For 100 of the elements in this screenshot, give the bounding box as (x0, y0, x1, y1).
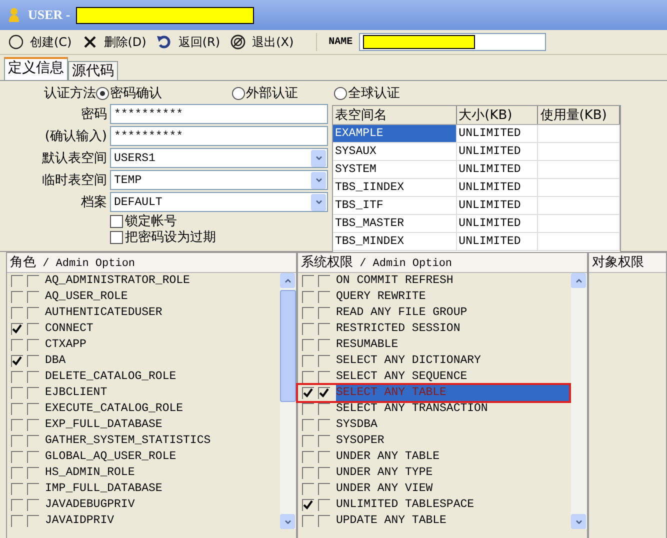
list-item[interactable]: UNDER ANY TYPE (336, 465, 437, 481)
list-item[interactable]: SYSDBA (336, 417, 382, 433)
checkbox[interactable] (302, 435, 314, 447)
dropdown[interactable]: USERS1 (110, 148, 328, 168)
checkbox[interactable] (27, 451, 39, 463)
checkbox[interactable] (27, 291, 39, 303)
list-item[interactable]: DELETE_CATALOG_ROLE (45, 369, 180, 385)
radio-button[interactable]: 密码确认 (96, 84, 168, 102)
column-header[interactable]: 使用量(KB) (538, 106, 620, 124)
name-field[interactable] (358, 33, 546, 51)
checkbox[interactable] (302, 291, 314, 303)
radio-button[interactable]: 全球认证 (334, 84, 406, 102)
list-item[interactable]: JAVAIDPRIV (45, 513, 118, 529)
list-item[interactable]: UNDER ANY VIEW (336, 481, 437, 497)
list-item[interactable]: RESTRICTED SESSION (336, 321, 464, 337)
table-cell[interactable]: SYSTEM (333, 160, 456, 178)
checkbox[interactable] (27, 275, 39, 287)
table-cell[interactable]: TBS_ITF (333, 196, 456, 214)
checkbox[interactable] (27, 483, 39, 495)
checkbox[interactable] (27, 435, 39, 447)
list-item[interactable]: READ ANY FILE GROUP (336, 305, 472, 321)
checkbox[interactable] (27, 307, 39, 319)
checkbox[interactable] (318, 387, 330, 399)
checkbox[interactable] (302, 323, 314, 335)
checkbox[interactable] (11, 323, 23, 335)
checkbox[interactable] (27, 387, 39, 399)
list-item[interactable]: SELECT ANY DICTIONARY (336, 353, 485, 369)
scrollbar[interactable] (571, 273, 587, 529)
checkbox[interactable] (302, 467, 314, 479)
checkbox[interactable] (11, 387, 23, 399)
list-item[interactable]: SELECT ANY TRANSACTION (336, 401, 492, 417)
list-item[interactable]: SYSOPER (336, 433, 388, 449)
table-cell[interactable]: TBS_IINDEX (333, 178, 456, 196)
radio-button[interactable]: 外部认证 (232, 84, 304, 102)
checkbox[interactable] (27, 515, 39, 527)
checkbox[interactable] (302, 499, 314, 511)
checkbox[interactable] (302, 275, 314, 287)
checkbox[interactable] (318, 323, 330, 335)
checkbox[interactable] (302, 403, 314, 415)
list-item[interactable]: GLOBAL_AQ_USER_ROLE (45, 449, 180, 465)
checkbox[interactable] (27, 419, 39, 431)
list-item[interactable]: EJBCLIENT (45, 385, 112, 401)
column-header[interactable]: 表空间名 (333, 106, 456, 124)
checkbox[interactable] (318, 307, 330, 319)
list-item[interactable]: RESUMABLE (336, 337, 402, 353)
checkbox[interactable] (27, 355, 39, 367)
table-cell[interactable]: EXAMPLE (333, 124, 456, 142)
checkbox[interactable] (11, 291, 23, 303)
checkbox[interactable] (318, 515, 330, 527)
checkbox[interactable] (302, 339, 314, 351)
list-item[interactable]: UPDATE ANY TABLE (336, 513, 450, 529)
checkbox[interactable] (318, 451, 330, 463)
list-item[interactable]: JAVADEBUGPRIV (45, 497, 139, 513)
dropdown[interactable]: TEMP (110, 170, 328, 190)
table-cell[interactable]: TBS_MINDEX (333, 232, 456, 250)
checkbox[interactable] (318, 355, 330, 367)
checkbox[interactable] (318, 467, 330, 479)
list-item[interactable]: AQ_ADMINISTRATOR_ROLE (45, 273, 194, 289)
toolbar-button[interactable]: 退出(X) (226, 31, 298, 53)
list-item[interactable]: DBA (45, 353, 70, 369)
list-item[interactable]: EXECUTE_CATALOG_ROLE (45, 401, 188, 417)
list-item[interactable]: CONNECT (45, 321, 98, 337)
checkbox[interactable] (11, 451, 23, 463)
toolbar-button[interactable]: 删除(D) (78, 31, 150, 53)
checkbox[interactable] (318, 371, 330, 383)
checkbox[interactable] (11, 275, 23, 287)
checkbox[interactable] (11, 355, 23, 367)
list-item[interactable]: ON COMMIT REFRESH (336, 273, 458, 289)
list-item[interactable]: SELECT ANY SEQUENCE (336, 369, 472, 385)
checkbox[interactable] (302, 307, 314, 319)
list-item[interactable]: AUTHENTICATEDUSER (45, 305, 166, 321)
checkbox[interactable] (318, 403, 330, 415)
checkbox[interactable] (27, 339, 39, 351)
column-header[interactable]: 大小(KB) (456, 106, 538, 124)
list-item[interactable]: QUERY REWRITE (336, 289, 430, 305)
dropdown[interactable]: DEFAULT (110, 192, 328, 212)
checkbox[interactable] (11, 419, 23, 431)
checkbox[interactable] (11, 499, 23, 511)
checkbox[interactable] (11, 307, 23, 319)
list-item[interactable]: HS_ADMIN_ROLE (45, 465, 139, 481)
table-cell[interactable]: TBS_MASTER (333, 214, 456, 232)
checkbox[interactable] (11, 467, 23, 479)
checkbox[interactable] (302, 387, 314, 399)
checkbox[interactable] (27, 323, 39, 335)
checkbox[interactable] (11, 339, 23, 351)
list-item[interactable]: CTXAPP (45, 337, 90, 353)
checkbox[interactable] (302, 451, 314, 463)
checkbox[interactable] (110, 230, 123, 244)
checkbox[interactable] (27, 499, 39, 511)
checkbox[interactable] (11, 515, 23, 527)
checkbox[interactable] (11, 371, 23, 383)
checkbox[interactable] (318, 499, 330, 511)
toolbar-button[interactable]: 返回(R) (152, 31, 224, 53)
password-field[interactable]: ********** (110, 126, 328, 146)
tab[interactable]: 定义信息 (4, 57, 68, 80)
checkbox[interactable] (11, 435, 23, 447)
checkbox[interactable] (318, 483, 330, 495)
list-item[interactable]: EXP_FULL_DATABASE (45, 417, 166, 433)
tab[interactable]: 源代码 (68, 61, 118, 80)
checkbox[interactable] (27, 403, 39, 415)
